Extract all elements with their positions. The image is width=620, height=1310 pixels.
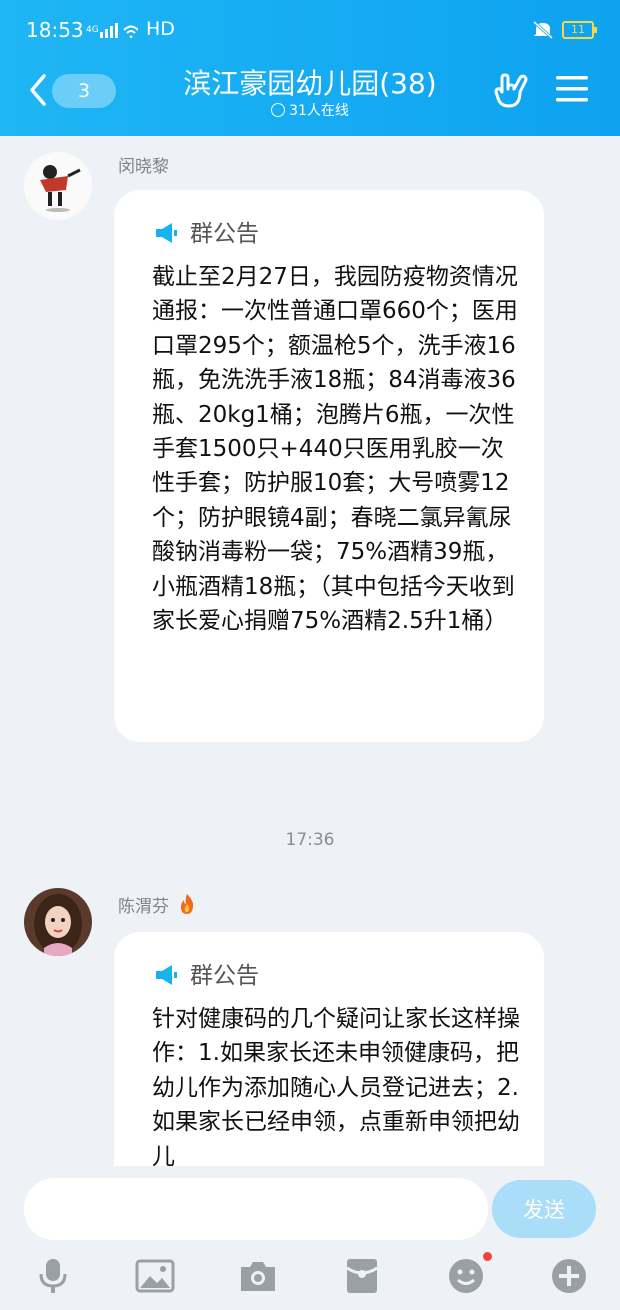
notice-label: 群公告 — [190, 221, 259, 247]
notice-label: 群公告 — [190, 963, 259, 989]
back-button[interactable]: 3 — [22, 68, 116, 114]
hd-indicator: HD — [146, 18, 175, 40]
avatar[interactable] — [24, 888, 92, 956]
sender-name: 陈渭芬 — [118, 897, 169, 917]
chevron-left-icon — [30, 74, 46, 106]
online-icon — [271, 103, 286, 117]
message-input[interactable] — [24, 1178, 488, 1240]
notice-header: 群公告 — [154, 956, 259, 990]
online-count: 31人在线 — [289, 103, 349, 119]
avatar-girl-icon — [24, 152, 92, 220]
battery-indicator: 11 — [562, 21, 597, 39]
megaphone-icon — [156, 223, 177, 243]
emoji-button[interactable] — [446, 1252, 492, 1296]
chat-title[interactable]: 滨江豪园幼儿园(38) — [120, 62, 500, 102]
plus-icon[interactable] — [549, 1256, 589, 1296]
timestamp: 17:36 — [285, 830, 335, 850]
notice-text: 截止至2月27日，我园防疫物资情况通报：一次性普通口罩660个；医用口罩295个… — [152, 264, 518, 635]
group-notice-card[interactable]: 群公告 截止至2月27日，我园防疫物资情况通报：一次性普通口罩660个；医用口罩… — [114, 190, 544, 742]
fire-icon — [181, 894, 194, 914]
signal-icon: 4G — [86, 23, 138, 39]
notification-dot — [483, 1252, 492, 1261]
notice-text: 针对健康码的几个疑问让家长这样操作：1.如果家长还未申领健康码，把幼儿作为添加随… — [152, 1006, 520, 1166]
group-notice-card[interactable]: 群公告 针对健康码的几个疑问让家长这样操作：1.如果家长还未申领健康码，把幼儿作… — [114, 932, 544, 1166]
camera-icon[interactable] — [238, 1256, 278, 1296]
menu-icon[interactable] — [556, 74, 588, 104]
unread-count-badge: 3 — [52, 74, 116, 108]
message-list[interactable]: 闵晓黎 群公告 截止至2月27日，我园防疫物资情况通报：一次性普通口罩660个；… — [0, 136, 620, 1166]
status-bar: 18:53 4G HD 11 — [0, 0, 620, 62]
image-icon[interactable] — [135, 1256, 175, 1296]
mute-icon — [533, 20, 553, 40]
red-packet-icon[interactable] — [342, 1256, 382, 1296]
hand-gesture-icon[interactable] — [494, 72, 528, 110]
emoji-icon — [449, 1259, 483, 1293]
avatar[interactable] — [24, 152, 92, 220]
input-bar: 发送 — [0, 1166, 620, 1310]
chat-header: 18:53 4G HD 11 3 滨江豪园幼儿园(38) 31人在线 — [0, 0, 620, 136]
sender-name: 闵晓黎 — [118, 157, 169, 177]
megaphone-icon — [156, 965, 177, 985]
online-status[interactable]: 31人在线 — [120, 100, 500, 120]
send-button[interactable]: 发送 — [492, 1180, 596, 1238]
status-time: 18:53 — [26, 18, 84, 42]
mic-icon[interactable] — [33, 1256, 73, 1296]
svg-text:4G: 4G — [86, 25, 99, 35]
notice-header: 群公告 — [154, 214, 259, 248]
avatar-doll-icon — [24, 888, 92, 956]
sender-name-row: 陈渭芬 — [118, 892, 196, 917]
